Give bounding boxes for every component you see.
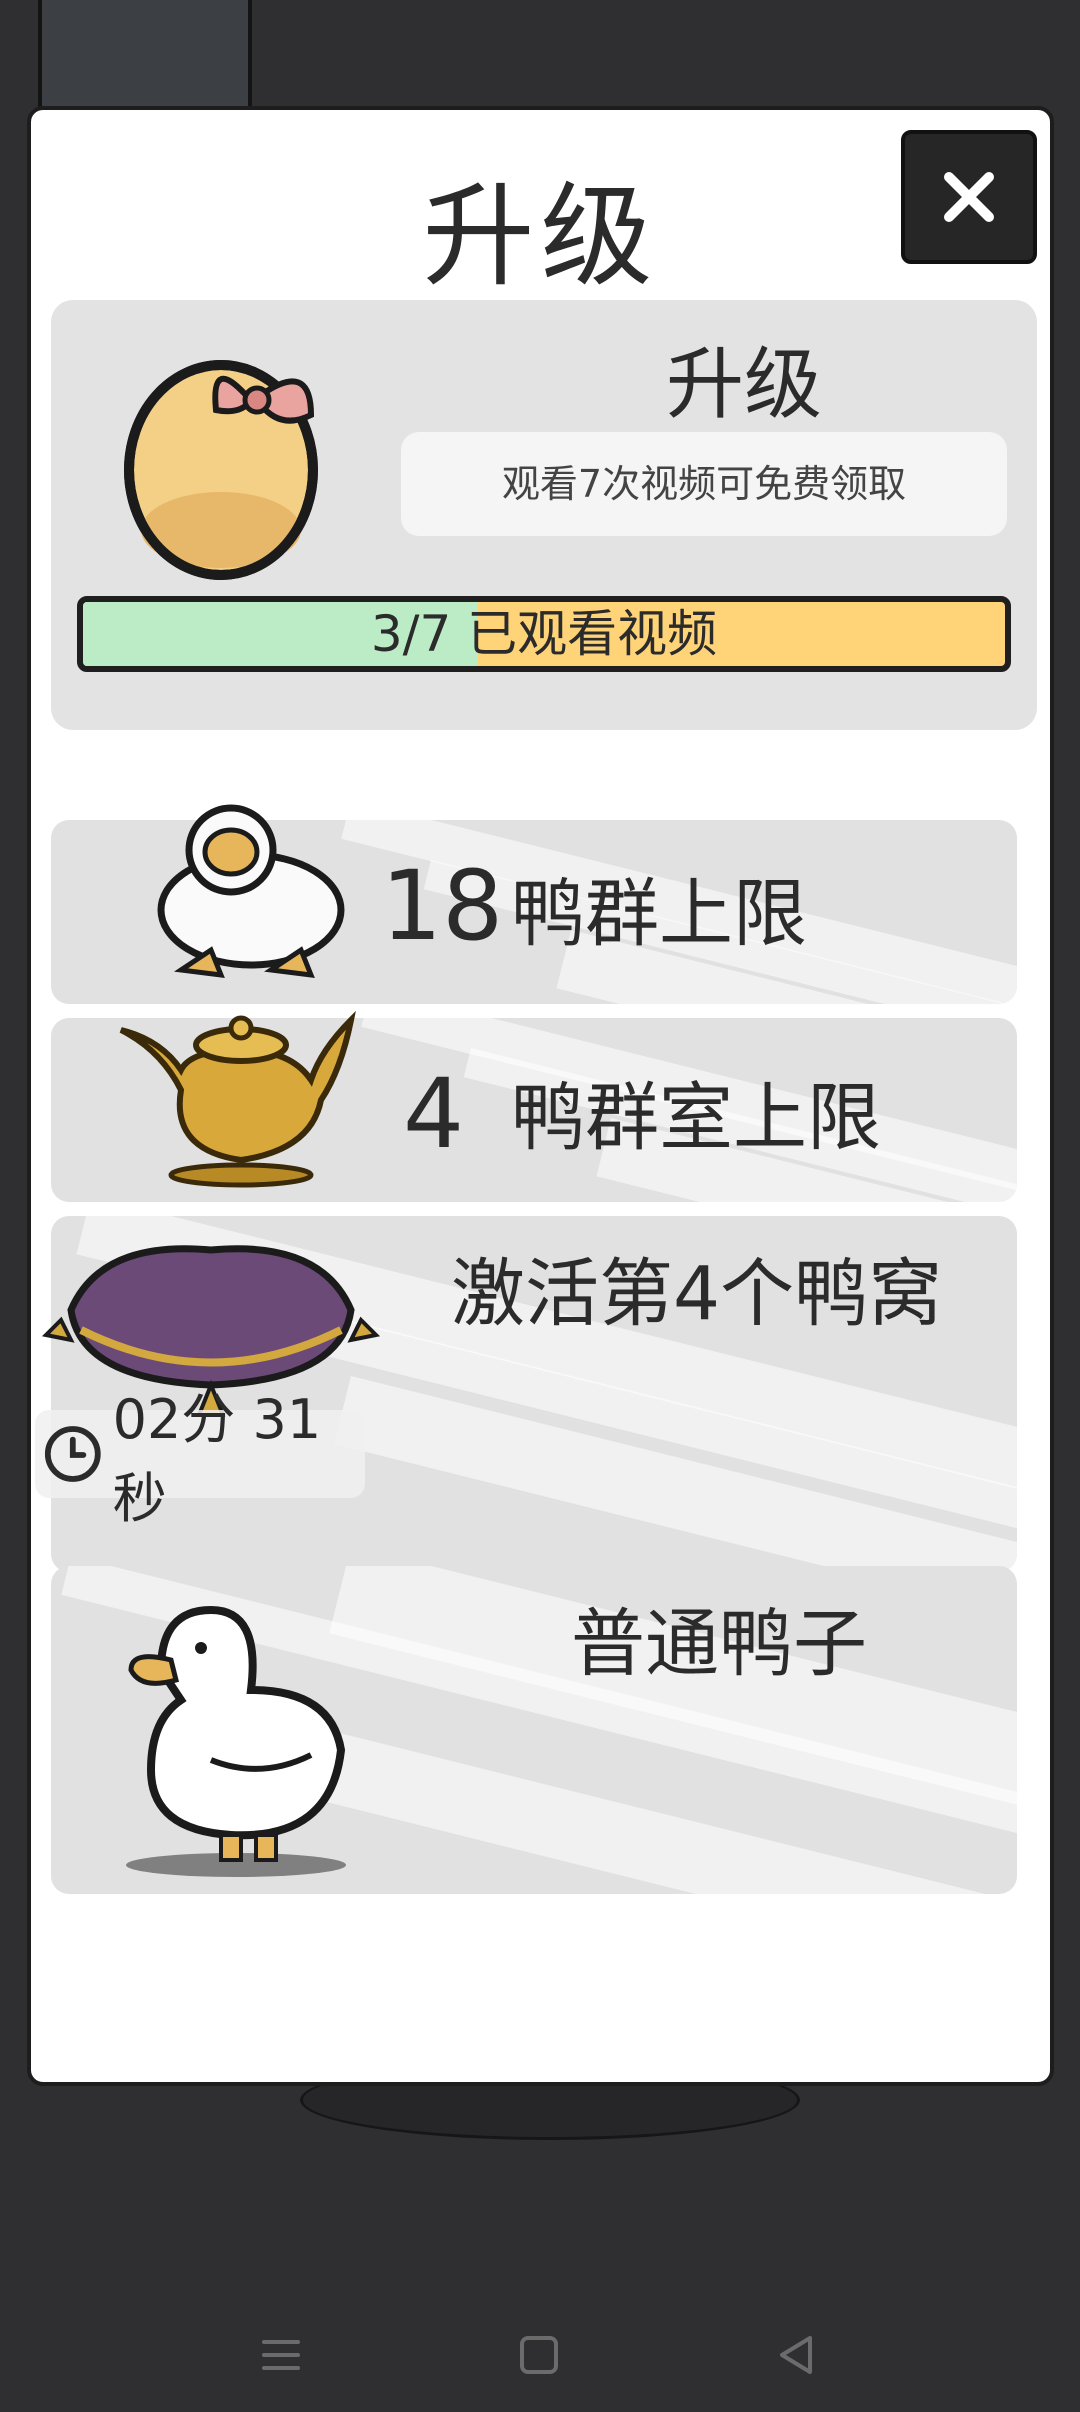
timer-text: 02分 31秒: [112, 1388, 322, 1530]
perk-label: 激活第4个鸭窝: [451, 1251, 943, 1337]
upgrade-note: 观看7次视频可免费领取: [401, 432, 1007, 536]
perk-label: 鸭群上限: [511, 871, 807, 957]
upgrade-card-title: 升级: [665, 340, 822, 430]
perk-label: 鸭群室上限: [511, 1075, 881, 1161]
egg-with-bow-icon: [124, 360, 318, 580]
perk-label: 普通鸭子: [571, 1601, 867, 1687]
menu-icon[interactable]: [256, 2330, 306, 2380]
dialog-title: 升级: [422, 172, 659, 302]
video-progress-bar: 3/7 已观看视频: [77, 596, 1011, 672]
nest-timer: 02分 31秒: [35, 1388, 365, 1530]
running-duck-icon: [157, 804, 345, 979]
white-duck-icon: [126, 1605, 346, 1877]
close-icon: [944, 172, 994, 222]
upgrade-dialog: 升级 升级 观看7次视频可免费领取 3/7 已观看视频 18 鸭群上限 4 鸭群…: [27, 106, 1054, 2086]
clock-icon: [44, 1426, 101, 1482]
golden-teapot-icon: [119, 1010, 356, 1188]
home-square-icon[interactable]: [514, 2330, 564, 2380]
video-progress-label: 3/7 已观看视频: [370, 605, 718, 663]
back-triangle-icon[interactable]: [772, 2330, 822, 2380]
upgrade-card: 升级 观看7次视频可免费领取 3/7 已观看视频: [51, 300, 1037, 730]
close-button[interactable]: [901, 130, 1037, 264]
perk-value: 4: [403, 1058, 465, 1170]
perk-value: 18: [381, 850, 504, 962]
navigation-bar: [0, 2310, 1080, 2410]
